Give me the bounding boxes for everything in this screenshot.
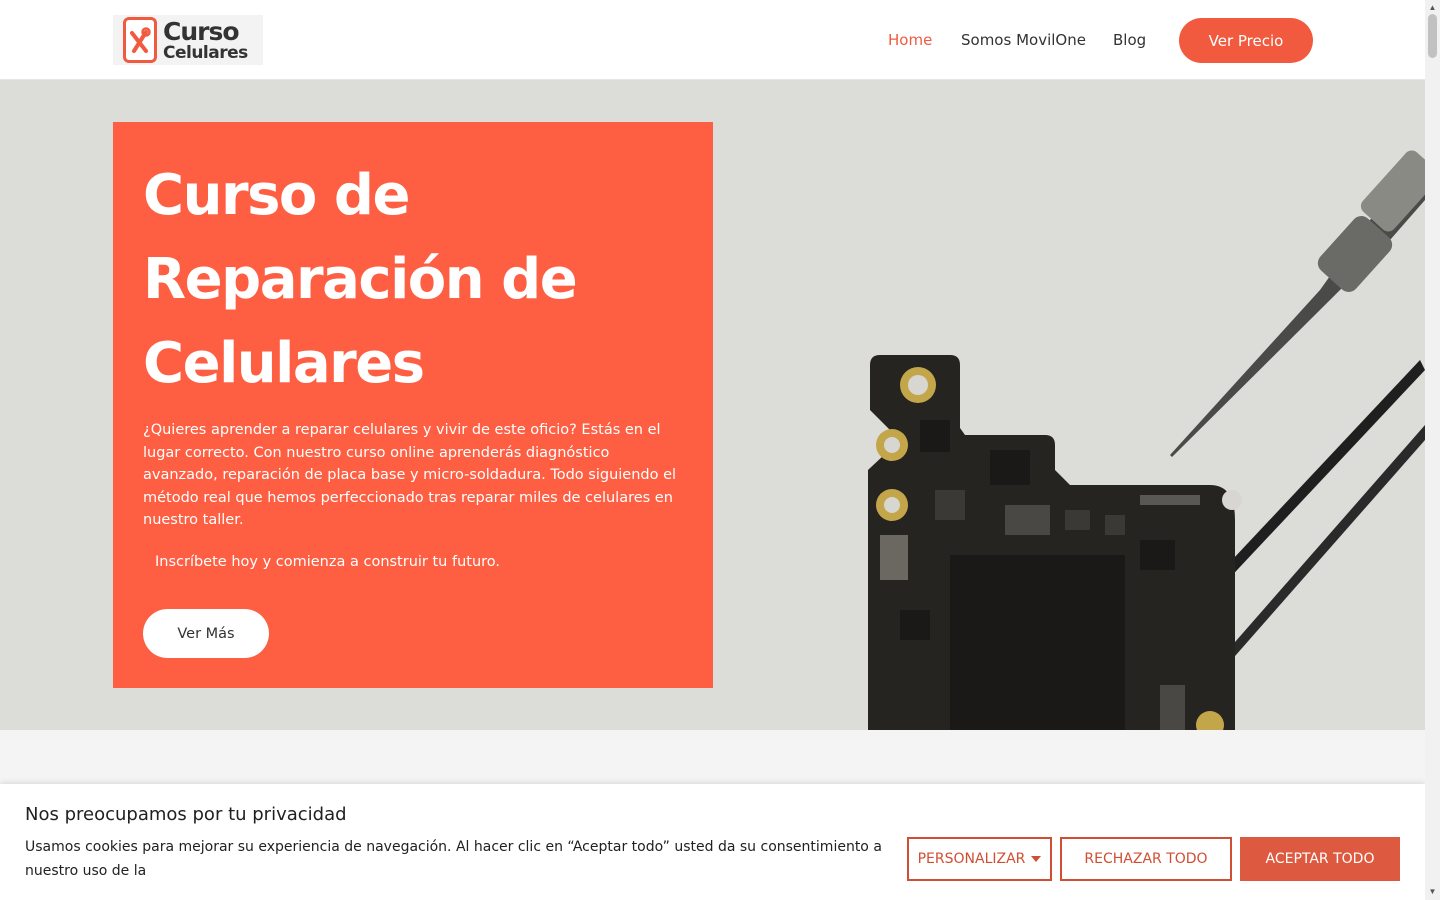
circuit-board-image: [868, 150, 1425, 730]
hero-title: Curso de Reparación de Celulares: [143, 154, 683, 406]
hero-title-line3: Celulares: [143, 331, 425, 396]
scroll-up-arrow-icon[interactable]: ▲: [1425, 2, 1440, 14]
hero-section: Curso de Reparación de Celulares ¿Quiere…: [0, 80, 1425, 730]
cookie-title: Nos preocupamos por tu privacidad: [25, 804, 347, 825]
hero-title-line1: Curso de: [143, 163, 410, 228]
phone-tools-icon: [123, 17, 157, 63]
page-scrollbar[interactable]: ▲ ▼: [1425, 0, 1440, 900]
hero-cta-text: Inscríbete hoy y comienza a construir tu…: [155, 554, 501, 570]
cookie-text: Usamos cookies para mejorar su experienc…: [25, 839, 882, 879]
nav-link-blog[interactable]: Blog: [1113, 0, 1146, 80]
personalizar-button[interactable]: PERSONALIZAR: [907, 837, 1052, 881]
hero-description: ¿Quieres aprender a reparar celulares y …: [143, 422, 677, 528]
ver-mas-button[interactable]: Ver Más: [143, 609, 269, 658]
scroll-thumb[interactable]: [1428, 14, 1437, 58]
nav-link-somos-movilone[interactable]: Somos MovilOne: [961, 0, 1086, 80]
site-header: Curso Celulares Home Somos MovilOne Blog…: [0, 0, 1425, 80]
rechazar-todo-button[interactable]: RECHAZAR TODO: [1060, 837, 1232, 881]
scroll-down-arrow-icon[interactable]: ▼: [1425, 886, 1440, 898]
hero-title-line2: Reparación de: [143, 247, 578, 312]
logo-text-line1: Curso: [163, 16, 240, 46]
hero-card: Curso de Reparación de Celulares ¿Quiere…: [113, 122, 713, 688]
cookie-banner: Nos preocupamos por tu privacidad Usamos…: [0, 784, 1425, 900]
caret-down-icon: [1031, 856, 1042, 862]
nav-link-home[interactable]: Home: [888, 0, 932, 80]
aceptar-todo-button[interactable]: ACEPTAR TODO: [1240, 837, 1400, 881]
site-logo[interactable]: Curso Celulares: [113, 15, 263, 65]
personalizar-label: PERSONALIZAR: [917, 851, 1026, 867]
logo-text-line2: Celulares: [163, 42, 248, 63]
ver-precio-button[interactable]: Ver Precio: [1179, 18, 1313, 63]
